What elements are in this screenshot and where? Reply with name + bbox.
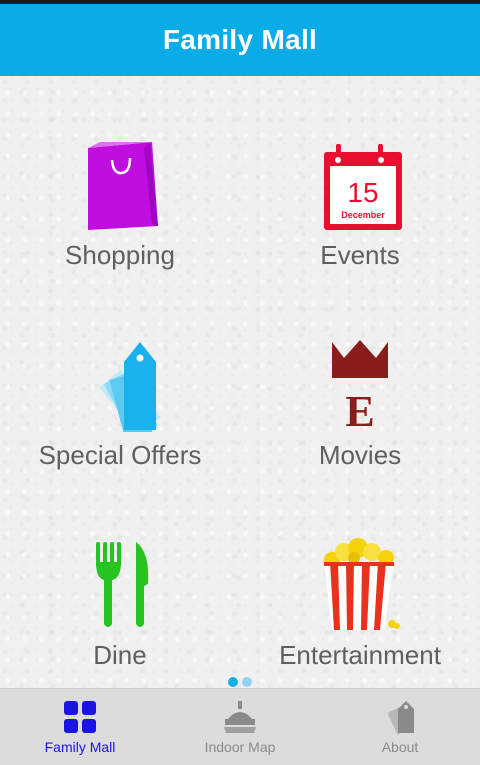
tile-label: Movies xyxy=(318,440,402,470)
tile-label: Entertainment xyxy=(279,640,441,670)
tile-events[interactable]: 15 December Events xyxy=(240,76,480,276)
home-grid: Shopping 15 December Events Special Offe… xyxy=(0,76,480,688)
tile-label: Dine xyxy=(93,640,147,670)
price-tag-icon xyxy=(99,342,161,432)
tags-icon xyxy=(387,701,414,735)
nav-family-mall[interactable]: Family Mall xyxy=(0,689,160,765)
nav-label: Family Mall xyxy=(44,739,116,755)
movies-letter: E xyxy=(345,387,374,432)
tile-dine[interactable]: Dine xyxy=(0,476,240,676)
tile-shopping[interactable]: Shopping xyxy=(0,76,240,276)
fork-knife-icon xyxy=(96,542,149,627)
nav-label: About xyxy=(381,739,419,755)
tile-special-offers[interactable]: Special Offers xyxy=(0,276,240,476)
calendar-day: 15 xyxy=(347,177,378,208)
app-bar: Family Mall xyxy=(0,4,480,76)
crown-movies-icon: E xyxy=(332,340,388,432)
popcorn-icon xyxy=(324,538,400,630)
grid-icon xyxy=(64,701,96,733)
calendar-month: December xyxy=(341,210,385,220)
tile-label: Shopping xyxy=(65,240,175,270)
tile-entertainment[interactable]: Entertainment xyxy=(240,476,480,676)
app-title: Family Mall xyxy=(162,24,318,55)
tile-label: Events xyxy=(320,240,400,270)
tile-movies[interactable]: E Movies xyxy=(240,276,480,476)
map-icon xyxy=(224,701,256,733)
calendar-icon: 15 December xyxy=(324,144,402,230)
nav-label: Indoor Map xyxy=(204,739,276,755)
bottom-nav: Family Mall Indoor Map About xyxy=(0,688,480,765)
page-dot xyxy=(242,677,252,687)
tile-label: Special Offers xyxy=(38,440,202,470)
page-dot-active xyxy=(228,677,238,687)
shopping-bag-icon xyxy=(88,142,158,230)
nav-about[interactable]: About xyxy=(320,689,480,765)
nav-indoor-map[interactable]: Indoor Map xyxy=(160,689,320,765)
page-indicator xyxy=(228,677,252,687)
